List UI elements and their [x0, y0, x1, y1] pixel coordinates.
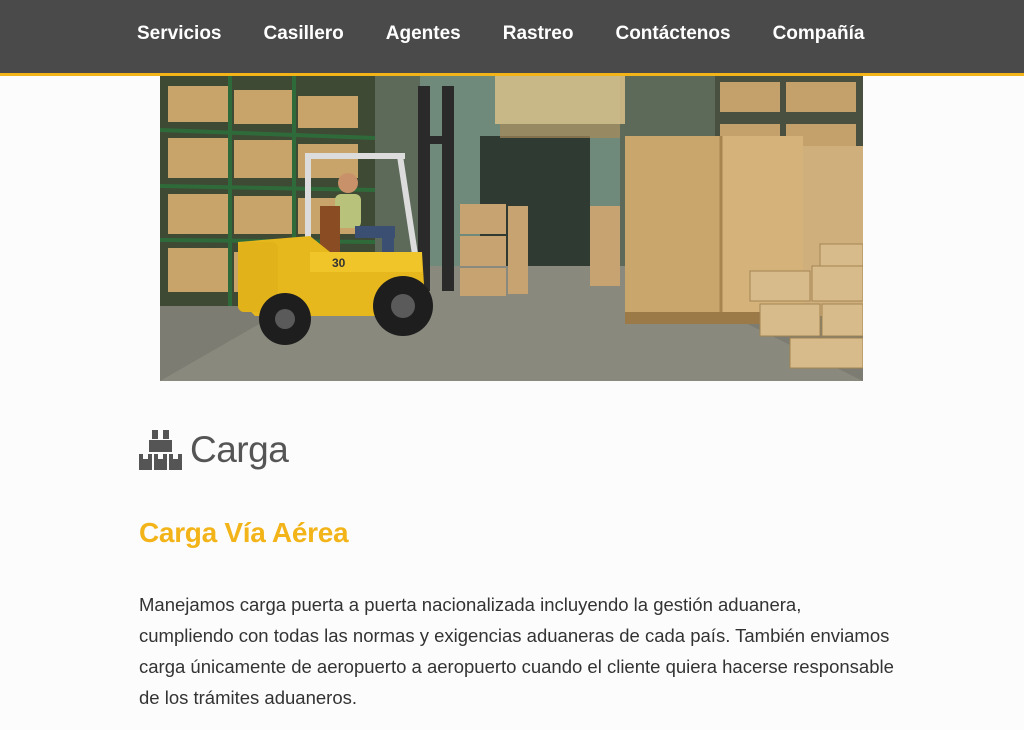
nav-item-rastreo[interactable]: Rastreo — [503, 22, 574, 46]
top-navigation: Servicios Casillero Agentes Rastreo Cont… — [0, 0, 1024, 76]
warehouse-forklift-photo: 30 — [160, 76, 863, 381]
section-heading: Carga — [139, 428, 289, 472]
nav-menu: Servicios Casillero Agentes Rastreo Cont… — [137, 22, 864, 46]
nav-item-casillero[interactable]: Casillero — [264, 22, 344, 46]
nav-item-compania[interactable]: Compañía — [773, 22, 865, 46]
forklift-number: 30 — [332, 256, 346, 270]
boxes-icon — [139, 430, 182, 470]
nav-item-agentes[interactable]: Agentes — [386, 22, 461, 46]
service-description: Manejamos carga puerta a puerta nacional… — [139, 594, 894, 708]
section-title: Carga — [190, 429, 289, 470]
nav-item-contactenos[interactable]: Contáctenos — [615, 22, 730, 46]
nav-item-servicios[interactable]: Servicios — [137, 22, 222, 46]
service-title: Carga Vía Aérea — [139, 517, 349, 548]
hero-image: 30 — [160, 76, 863, 381]
